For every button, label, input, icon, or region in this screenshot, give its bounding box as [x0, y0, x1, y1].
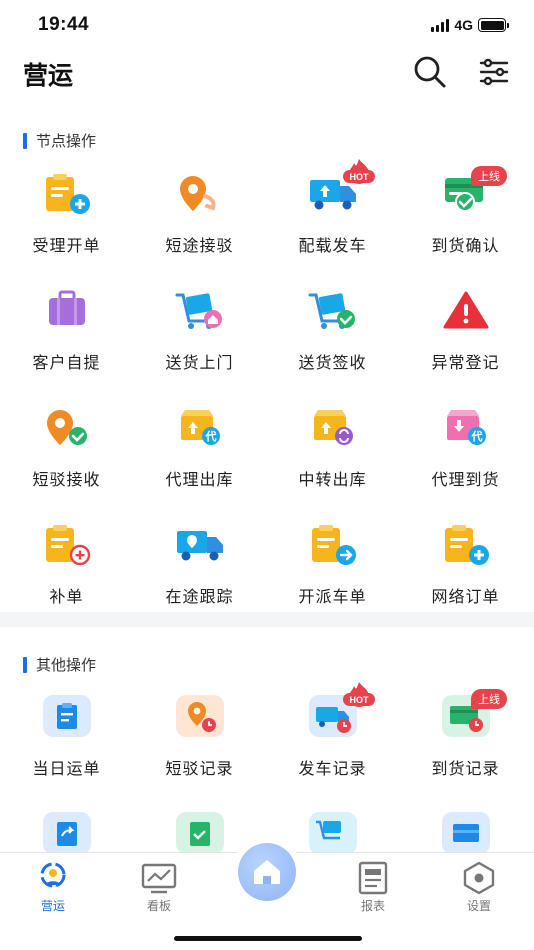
tab-label: 报表	[360, 899, 385, 913]
tab-label: 看板	[146, 899, 171, 913]
action-label: 受理开单	[32, 238, 101, 255]
record-label: 到货记录	[431, 761, 500, 778]
network-type: 4G	[454, 17, 473, 33]
action-label: 配载发车	[298, 238, 367, 255]
cart-home-icon	[175, 293, 222, 329]
tab-bar: 营运 看板 报表 设置	[0, 837, 534, 950]
new-badge: 上线	[471, 166, 507, 186]
action-delivery-signoff[interactable]: 送货签收	[266, 289, 399, 399]
search-icon	[414, 56, 446, 88]
clipboard-plus-icon	[46, 525, 91, 566]
location-clock-icon	[176, 695, 224, 737]
filter-button[interactable]	[474, 52, 514, 92]
clipboard-share-icon	[43, 812, 91, 852]
action-label: 代理出库	[165, 472, 234, 489]
settings-icon	[463, 861, 495, 895]
box-upload-icon: 代	[181, 410, 220, 445]
action-accept-order[interactable]: 受理开单	[0, 172, 133, 282]
dashboard-icon	[141, 863, 177, 894]
section-header-node-ops: 节点操作	[23, 130, 96, 151]
tab-label: 营运	[40, 899, 65, 913]
tab-label: 设置	[466, 899, 491, 913]
section-divider	[0, 612, 534, 627]
signal-icon	[431, 18, 450, 32]
action-short-pickup[interactable]: 短途接驳	[133, 172, 266, 282]
action-label: 代理到货	[431, 472, 500, 489]
action-label: 开派车单	[298, 589, 367, 606]
hot-badge-text: HOT	[349, 172, 369, 182]
battery-icon	[478, 18, 509, 32]
home-icon	[254, 860, 280, 884]
action-transfer-outbound[interactable]: 中转出库	[266, 406, 399, 516]
action-door-delivery[interactable]: 送货上门	[133, 289, 266, 399]
home-indicator	[174, 936, 362, 941]
cart-check-icon	[308, 293, 355, 329]
luggage-icon	[49, 290, 85, 325]
record-departure[interactable]: HOT 发车记录	[266, 682, 399, 805]
new-badge: 上线	[471, 689, 507, 709]
header: 营运	[0, 50, 534, 104]
action-label: 送货签收	[298, 355, 367, 372]
hot-badge-text: HOT	[349, 695, 369, 705]
action-label: 短驳接收	[32, 472, 101, 489]
archive-icon	[442, 812, 490, 852]
tab-report[interactable]: 报表	[333, 857, 413, 917]
warning-icon	[443, 291, 489, 329]
action-load-depart[interactable]: HOT 配载发车	[266, 159, 399, 282]
status-bar: 19:44 4G	[0, 0, 534, 50]
action-label: 到货确认	[431, 238, 500, 255]
clipboard-add-icon	[46, 174, 90, 214]
action-customer-pickup[interactable]: 客户自提	[0, 289, 133, 399]
record-today-waybill[interactable]: 当日运单	[0, 695, 133, 805]
action-label: 网络订单	[431, 589, 500, 606]
home-button[interactable]	[232, 837, 302, 907]
clipboard-add-icon	[445, 525, 489, 565]
status-time: 19:44	[38, 14, 90, 35]
svg-text:代: 代	[205, 429, 217, 443]
action-agent-outbound[interactable]: 代 代理出库	[133, 406, 266, 516]
page-title: 营运	[23, 62, 74, 90]
action-label: 异常登记	[431, 355, 500, 372]
record-partial-1[interactable]	[0, 812, 133, 852]
action-label: 客户自提	[32, 355, 101, 372]
section-title: 节点操作	[36, 133, 97, 150]
box-download-icon: 代	[447, 410, 486, 445]
record-label: 当日运单	[32, 761, 101, 778]
location-check-icon	[47, 410, 87, 445]
record-label: 发车记录	[298, 761, 367, 778]
clipboard-check-icon	[176, 812, 224, 852]
tab-operations[interactable]: 营运	[13, 857, 93, 917]
record-shuttle[interactable]: 短驳记录	[133, 695, 266, 805]
record-arrival[interactable]: 上线 到货记录	[399, 689, 532, 805]
tab-settings[interactable]: 设置	[439, 857, 519, 917]
section-header-other-ops: 其他操作	[23, 654, 96, 675]
clipboard-arrow-icon	[312, 525, 356, 565]
section-marker	[23, 132, 27, 149]
box-transfer-icon	[314, 410, 353, 445]
operations-icon	[40, 862, 66, 888]
sliders-icon	[479, 58, 509, 86]
action-agent-arrival[interactable]: 代 代理到货	[399, 406, 532, 516]
action-exception-register[interactable]: 异常登记	[399, 289, 532, 399]
section-title: 其他操作	[36, 657, 97, 674]
action-label: 在途跟踪	[165, 589, 234, 606]
report-icon	[358, 861, 388, 895]
action-arrival-confirm[interactable]: 上线 到货确认	[399, 166, 532, 282]
truck-track-icon	[177, 531, 223, 561]
tab-dashboard[interactable]: 看板	[119, 857, 199, 917]
action-label: 短途接驳	[165, 238, 234, 255]
record-partial-4[interactable]	[399, 812, 532, 852]
location-pin-icon	[180, 176, 216, 211]
section-marker	[23, 656, 27, 673]
action-label: 中转出库	[298, 472, 367, 489]
status-indicators: 4G	[431, 17, 509, 33]
action-label: 补单	[49, 589, 84, 606]
clipboard-list-icon	[43, 695, 91, 737]
svg-text:代: 代	[471, 429, 483, 443]
action-label: 送货上门	[165, 355, 234, 372]
cart-clock-icon	[309, 812, 357, 852]
search-button[interactable]	[410, 52, 450, 92]
record-label: 短驳记录	[165, 761, 234, 778]
action-shuttle-receive[interactable]: 短驳接收	[0, 406, 133, 516]
